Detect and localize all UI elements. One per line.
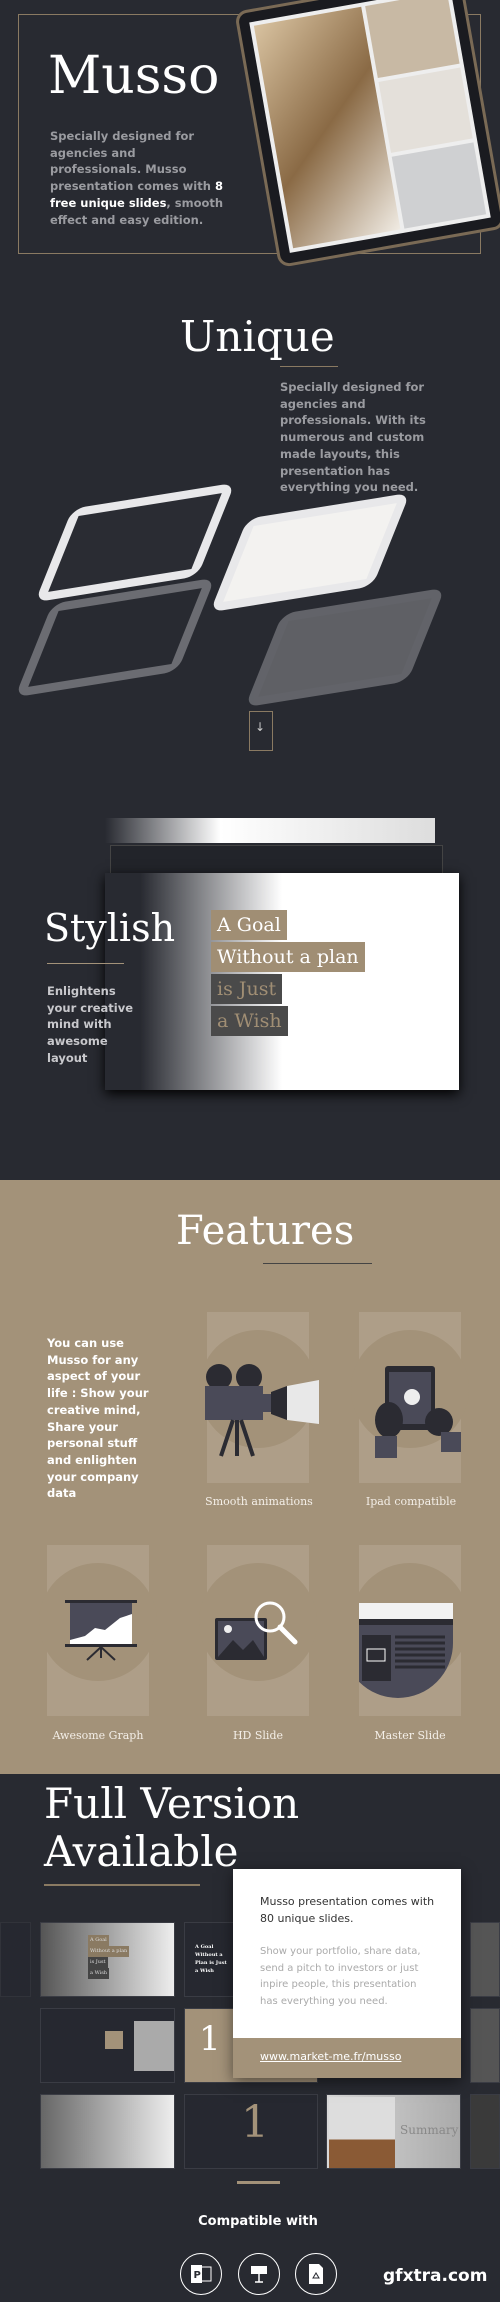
- stylish-text: Enlightens your creative mind with aweso…: [47, 984, 134, 1065]
- market-link[interactable]: www.market-me.fr/musso: [260, 2050, 401, 2063]
- slide-thumbnail: [470, 2094, 500, 2169]
- quote-line: Without a plan: [211, 942, 365, 972]
- quote-line: is Just: [211, 974, 283, 1004]
- slide-thumbnail: [40, 2008, 175, 2083]
- thumb-text: is Just: [88, 1957, 108, 1968]
- image-zoom-icon: [215, 1601, 298, 1660]
- feature-card: [199, 1312, 319, 1483]
- thumb-text: A Goal: [88, 1935, 109, 1946]
- laptop-mockup: [234, 0, 500, 268]
- stylish-underline: [47, 963, 124, 964]
- tablet-mockup: [209, 492, 411, 613]
- slide-thumbnail: [0, 1922, 31, 1997]
- slide-back: [110, 845, 443, 875]
- tablet-touch-icon: [375, 1366, 461, 1458]
- slide-back: [105, 818, 435, 843]
- compatible-title: Compatible with: [198, 2214, 318, 2229]
- feature-label: Master Slide: [374, 1729, 446, 1742]
- unique-title: Unique: [180, 312, 335, 361]
- scroll-down-button[interactable]: ↓: [249, 711, 273, 751]
- unique-text: Specially designed for agencies and prof…: [280, 380, 426, 495]
- slide-thumbnail: [470, 2008, 500, 2083]
- thumb-text: a Wish: [88, 1968, 110, 1979]
- carousel-indicator[interactable]: [237, 2181, 280, 2184]
- video-camera-icon: [205, 1364, 319, 1457]
- slide-thumbnail: [470, 1922, 500, 1997]
- thumb-text: Summary: [400, 2123, 459, 2137]
- features-title: Features: [176, 1208, 355, 1254]
- thumb-text: A Goal Without a Plan is Just a Wish: [195, 1944, 227, 1974]
- info-card-title: Musso presentation comes with 80 unique …: [260, 1895, 435, 1925]
- tablet-mockup: [244, 587, 446, 708]
- title-line: Full Version: [44, 1779, 300, 1828]
- thumb-text: 1: [199, 2019, 221, 2059]
- quote-line: A Goal: [211, 910, 287, 940]
- unique-underline: [280, 366, 338, 367]
- feature-label: HD Slide: [232, 1729, 284, 1742]
- feature-card: [199, 1545, 317, 1716]
- features-text: You can use Musso for any aspect of your…: [47, 1336, 149, 1501]
- features-underline: [263, 1263, 372, 1264]
- feature-card: [359, 1545, 461, 1716]
- feature-label: Ipad compatible: [365, 1495, 457, 1508]
- feature-card: [351, 1312, 469, 1483]
- arrow-down-icon: ↓: [255, 720, 266, 734]
- full-version-title: Full Version Available: [44, 1780, 299, 1876]
- stylish-title: Stylish: [44, 906, 176, 950]
- browser-layout-icon: [359, 1603, 453, 1698]
- feature-label: Awesome Graph: [52, 1729, 144, 1742]
- google-slides-icon: [295, 2253, 337, 2295]
- slide-thumbnail: Summary: [326, 2094, 461, 2169]
- slide-thumbnail: [40, 2094, 175, 2169]
- info-card: Musso presentation comes with 80 unique …: [233, 1869, 461, 2078]
- full-underline: [44, 1884, 200, 1886]
- watermark: gfxtra.com: [383, 2266, 488, 2286]
- presentation-graph-icon: [65, 1600, 137, 1661]
- info-card-text: Show your portfolio, share data, send a …: [260, 1946, 421, 2008]
- thumb-text: 1: [241, 2097, 269, 2148]
- feature-label: Smooth animations: [205, 1495, 313, 1508]
- slide-thumbnail: A Goal Without a plan is Just a Wish: [40, 1922, 175, 1997]
- svg-text:P: P: [194, 2270, 201, 2281]
- powerpoint-icon: P: [180, 2253, 222, 2295]
- quote-line: a Wish: [211, 1006, 288, 1036]
- thumb-text: Without a plan: [88, 1946, 130, 1957]
- keynote-icon: [238, 2253, 280, 2295]
- feature-card: [39, 1545, 157, 1716]
- hero-text: Specially designed for agencies and prof…: [50, 129, 224, 227]
- slide-thumbnail: 1: [184, 2094, 318, 2169]
- hero-title: Musso: [48, 46, 220, 106]
